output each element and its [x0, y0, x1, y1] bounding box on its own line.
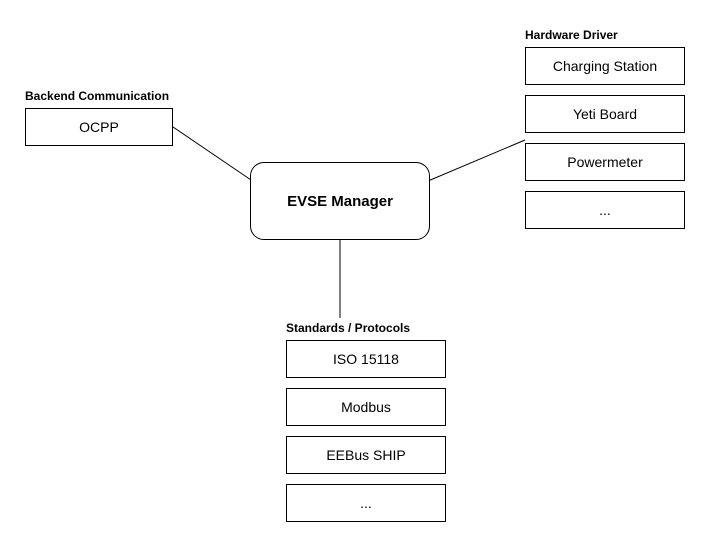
backend-item-ocpp: OCPP — [25, 108, 173, 146]
hardware-item-more: ... — [525, 191, 685, 229]
hardware-section-title: Hardware Driver — [525, 28, 618, 42]
evse-manager-node: EVSE Manager — [250, 162, 430, 240]
standards-section-title: Standards / Protocols — [286, 321, 410, 335]
diagram-canvas: Backend Communication OCPP EVSE Manager … — [0, 0, 720, 539]
hardware-item-charging-station: Charging Station — [525, 47, 685, 85]
standards-item-eebus-ship: EEBus SHIP — [286, 436, 446, 474]
hardware-item-powermeter: Powermeter — [525, 143, 685, 181]
hardware-item-yeti-board: Yeti Board — [525, 95, 685, 133]
standards-item-modbus: Modbus — [286, 388, 446, 426]
standards-item-iso15118: ISO 15118 — [286, 340, 446, 378]
standards-item-more: ... — [286, 484, 446, 522]
backend-section-title: Backend Communication — [25, 89, 169, 103]
